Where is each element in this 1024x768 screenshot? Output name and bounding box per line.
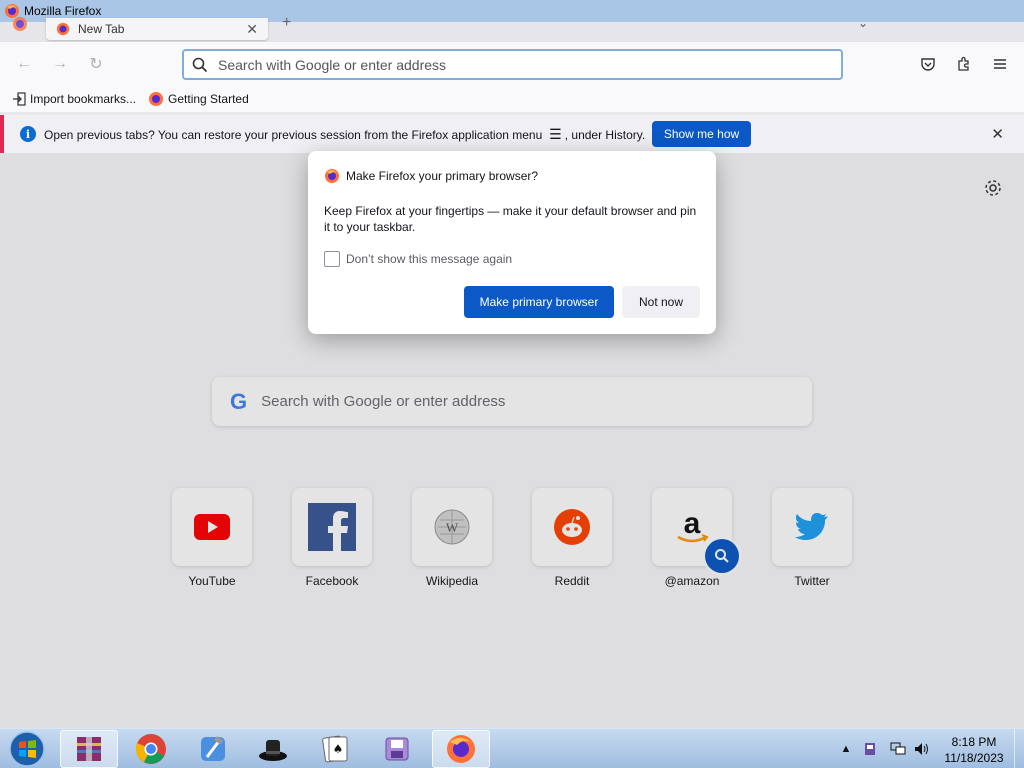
window-title: Mozilla Firefox <box>24 4 102 18</box>
bookmark-getting-started[interactable]: Getting Started <box>148 91 249 107</box>
svg-text:♠: ♠ <box>333 742 344 756</box>
show-desktop-button[interactable] <box>1014 729 1024 768</box>
firefox-icon <box>447 735 475 763</box>
dialog-body: Keep Firefox at your fingertips — make i… <box>324 204 697 234</box>
url-bar[interactable]: Search with Google or enter address <box>182 49 843 80</box>
system-clock[interactable]: 8:18 PM 11/18/2023 <box>938 734 1010 766</box>
tab-strip: New Tab ✕ + ⌄ <box>0 14 1024 42</box>
checkbox[interactable] <box>324 251 340 267</box>
taskbar-chrome[interactable] <box>122 730 180 768</box>
notification-text: Open previous tabs? You can restore your… <box>44 125 646 142</box>
url-placeholder: Search with Google or enter address <box>218 56 447 73</box>
start-button[interactable] <box>6 729 48 768</box>
clock-time: 8:18 PM <box>951 735 997 749</box>
network-icon[interactable] <box>890 741 906 757</box>
taskbar-xcode[interactable] <box>184 730 242 768</box>
taskbar: ♠ ▲ 8:18 PM 11/18/2023 <box>0 728 1024 768</box>
show-me-how-button[interactable]: Show me how <box>652 121 751 147</box>
bookmark-label: Import bookmarks... <box>30 92 137 106</box>
bookmark-label: Getting Started <box>168 92 249 106</box>
hat-icon <box>259 740 287 761</box>
firefox-icon <box>56 22 70 36</box>
chrome-icon <box>135 734 166 764</box>
info-icon: i <box>20 126 36 142</box>
session-restore-notification: i Open previous tabs? You can restore yo… <box>0 115 1024 153</box>
show-hidden-icons-icon[interactable]: ▲ <box>838 741 854 757</box>
import-icon <box>13 92 26 106</box>
extensions-icon[interactable] <box>954 54 974 74</box>
taskbar-firefox[interactable] <box>432 730 490 768</box>
bookmarks-toolbar: Import bookmarks... Getting Started <box>0 86 1024 112</box>
app-menu-icon[interactable] <box>990 54 1010 74</box>
tab-new-tab[interactable]: New Tab ✕ <box>46 18 268 40</box>
xcode-icon <box>201 736 225 761</box>
winrar-icon <box>77 737 101 761</box>
reload-icon[interactable]: ↻ <box>86 54 106 74</box>
back-icon[interactable]: ← <box>14 54 34 74</box>
solitaire-icon: ♠ <box>322 735 348 763</box>
navigation-toolbar: ← → ↻ Search with Google or enter addres… <box>0 42 1024 86</box>
usb-device-icon[interactable] <box>862 741 878 757</box>
bookmark-import[interactable]: Import bookmarks... <box>12 92 136 106</box>
taskbar-hat-app[interactable] <box>244 730 302 768</box>
windows-logo-icon <box>9 731 45 767</box>
floppy-icon <box>385 737 409 761</box>
pocket-icon[interactable] <box>918 54 938 74</box>
firefox-view-icon[interactable] <box>12 16 28 32</box>
firefox-icon <box>325 169 339 183</box>
close-tab-icon[interactable]: ✕ <box>246 21 258 38</box>
volume-icon[interactable] <box>914 741 930 757</box>
checkbox-label: Don’t show this message again <box>346 252 513 266</box>
firefox-icon <box>149 92 164 106</box>
new-tab-plus-icon[interactable]: + <box>282 14 291 32</box>
dont-show-again-checkbox[interactable]: Don’t show this message again <box>324 251 512 267</box>
dialog-title: Make Firefox your primary browser? <box>346 169 539 183</box>
taskbar-winrar[interactable] <box>60 730 118 768</box>
default-browser-dialog: Make Firefox your primary browser? Keep … <box>308 151 716 334</box>
chevron-down-icon[interactable]: ⌄ <box>858 16 868 30</box>
make-primary-browser-button[interactable]: Make primary browser <box>464 286 614 318</box>
forward-icon[interactable]: → <box>50 54 70 74</box>
dialog-header: Make Firefox your primary browser? <box>324 168 538 184</box>
clock-date: 11/18/2023 <box>944 751 1004 765</box>
tab-label: New Tab <box>78 22 125 36</box>
search-icon <box>192 57 208 72</box>
taskbar-floppy-app[interactable] <box>368 730 426 768</box>
taskbar-solitaire[interactable]: ♠ <box>306 730 364 768</box>
close-icon[interactable]: ✕ <box>991 125 1004 143</box>
not-now-button[interactable]: Not now <box>622 286 700 318</box>
menu-icon: ☰ <box>545 125 562 142</box>
